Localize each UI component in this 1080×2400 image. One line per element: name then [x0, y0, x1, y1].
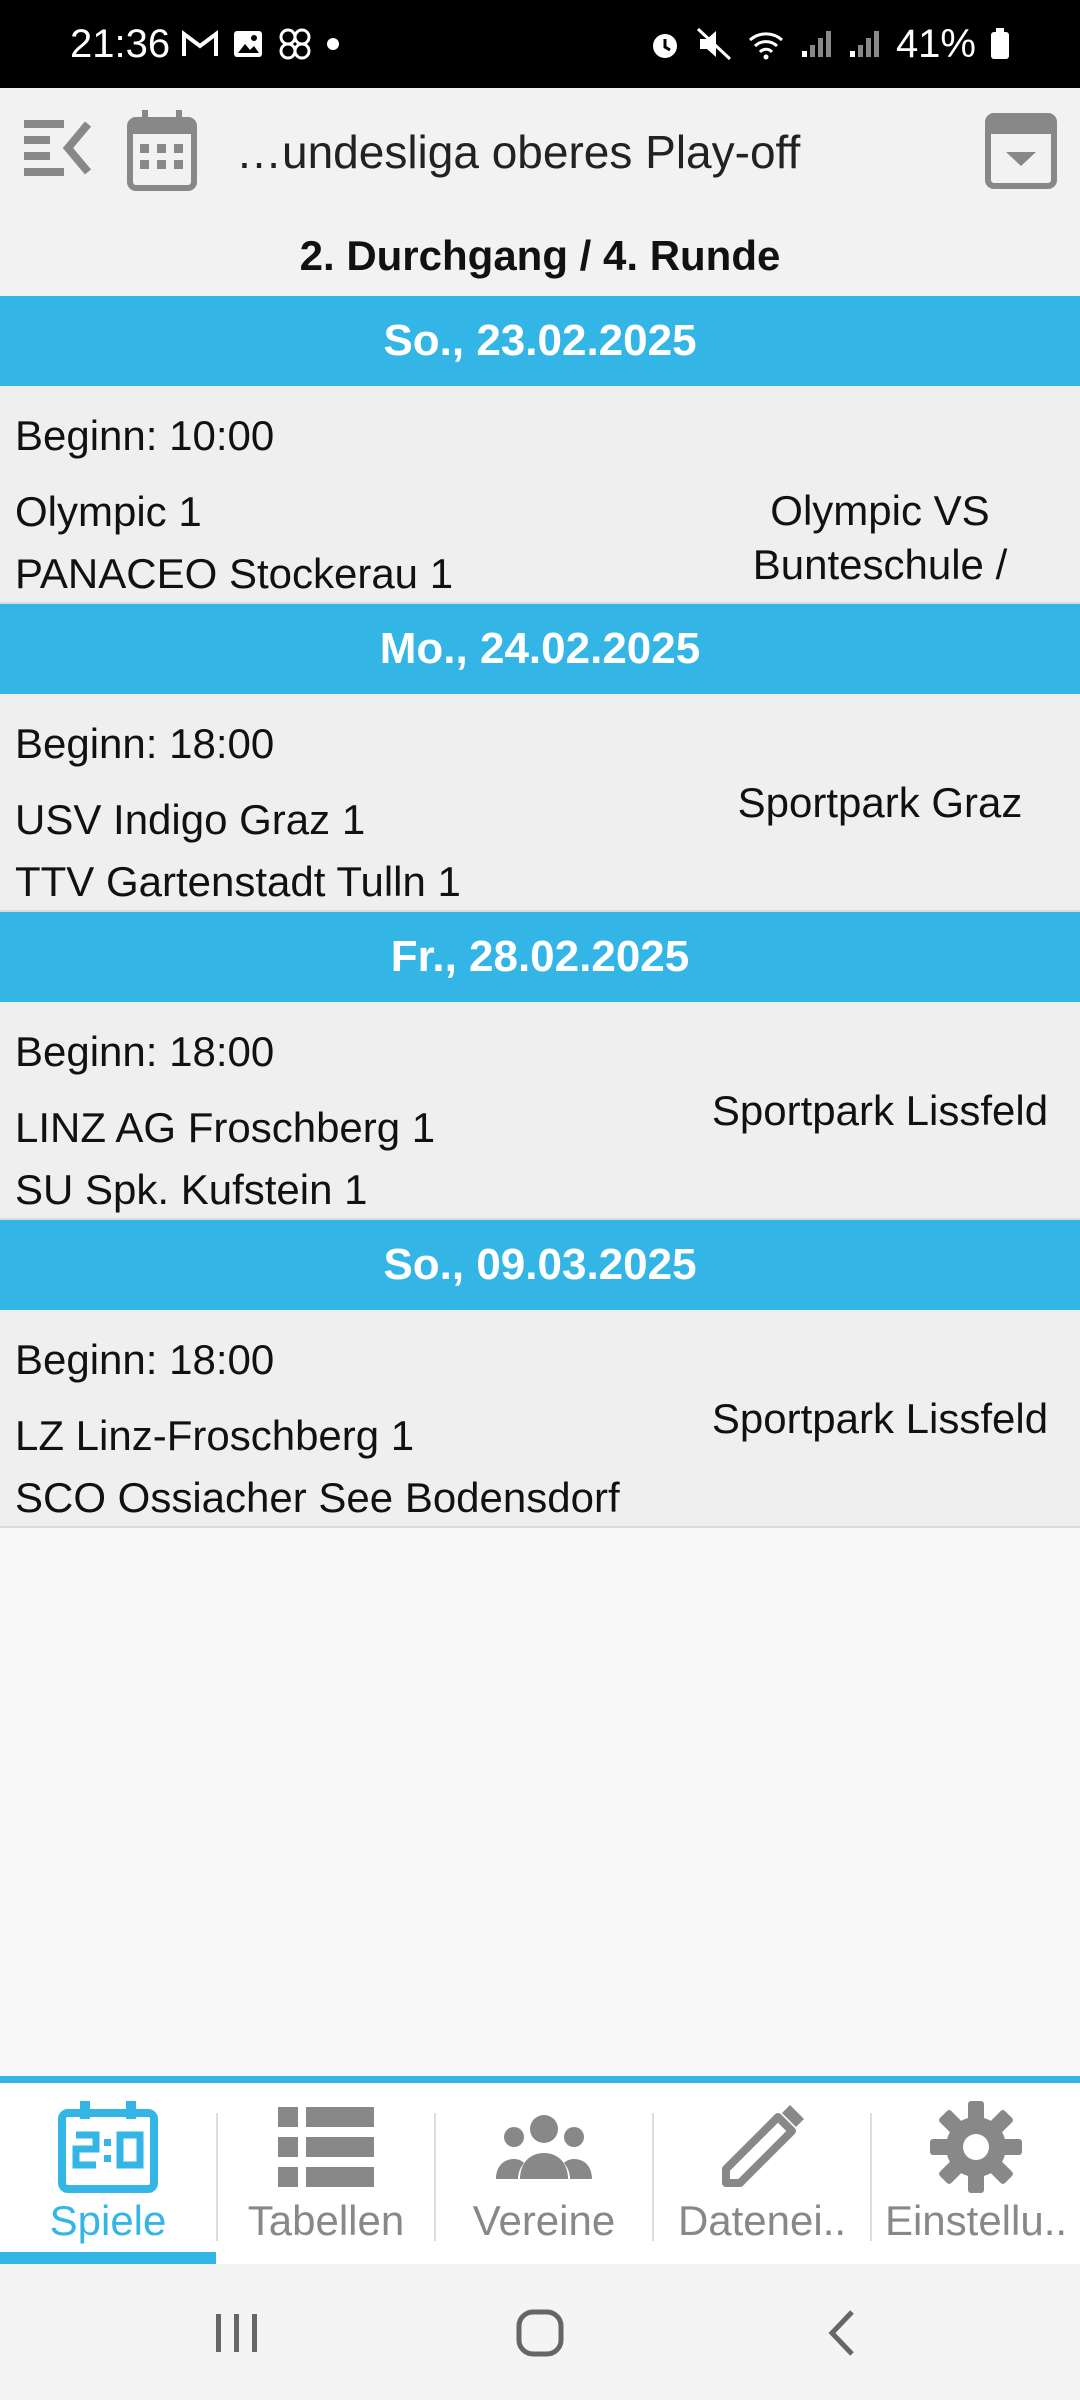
home-team: LINZ AG Froschberg 1 [15, 1104, 436, 1151]
wifi-icon [748, 32, 783, 60]
match-row[interactable]: Beginn: 18:00 LZ Linz-Froschberg 1 SCO O… [0, 1310, 1080, 1528]
round-subtitle: 2. Durchgang / 4. Runde [0, 216, 1080, 296]
match-venue: Sportpark Graz [670, 694, 1080, 912]
tab-tabellen[interactable]: Tabellen [218, 2083, 434, 2264]
home-team: USV Indigo Graz 1 [15, 796, 366, 843]
home-team: LZ Linz-Froschberg 1 [15, 1412, 415, 1459]
gmail-icon [182, 30, 218, 56]
people-icon [496, 2115, 592, 2179]
gallery-icon [234, 31, 262, 57]
home-team: Olympic 1 [15, 488, 202, 535]
away-team: SCO Ossiacher See Bodensdorf [15, 1474, 620, 1521]
archive-icon[interactable] [984, 112, 1058, 190]
menu-collapse-icon[interactable] [22, 112, 94, 188]
tab-label: Einstellu.. [884, 2197, 1068, 2244]
dot-icon [327, 38, 339, 50]
tab-label: Datenei.. [677, 2197, 847, 2244]
back-icon[interactable] [808, 2298, 878, 2368]
tab-label: Vereine [472, 2197, 616, 2244]
signal-icon [801, 31, 831, 57]
match-row[interactable]: Beginn: 18:00 LINZ AG Froschberg 1 SU Sp… [0, 1002, 1080, 1220]
pencil-icon [722, 2105, 804, 2187]
date-header: So., 09.03.2025 [0, 1220, 1080, 1310]
venue-line: Bunteschule / [752, 541, 1008, 588]
venue-line: Sportpark Lissfeld [711, 1087, 1049, 1134]
date-header: Fr., 28.02.2025 [0, 912, 1080, 1002]
match-row[interactable]: Beginn: 10:00 Olympic 1 PANACEO Stockera… [0, 386, 1080, 604]
system-navigation-bar [0, 2264, 1080, 2400]
gear-icon [930, 2101, 1022, 2193]
notification-icons [182, 28, 340, 60]
tab-label: Spiele [49, 2197, 167, 2244]
match-start-time: Beginn: 18:00 [15, 1028, 275, 1075]
scoreboard-icon [58, 2101, 158, 2193]
battery-percent: 41% [895, 21, 976, 66]
app-bar: …undesliga oberes Play-off [0, 88, 1080, 216]
tab-einstellungen[interactable]: Einstellu.. [872, 2083, 1080, 2264]
venue-line: Olympic VS [770, 487, 990, 534]
match-start-time: Beginn: 18:00 [15, 1336, 275, 1383]
venue-line: Sportpark Lissfeld [711, 1395, 1049, 1442]
away-team: TTV Gartenstadt Tulln 1 [15, 858, 461, 905]
home-icon[interactable] [505, 2298, 575, 2368]
signal-icon [849, 31, 879, 57]
status-time: 21:36 [70, 22, 171, 66]
date-header: So., 23.02.2025 [0, 296, 1080, 386]
tab-label: Tabellen [247, 2197, 405, 2244]
calendar-icon[interactable] [126, 108, 198, 192]
tab-spiele[interactable]: Spiele [0, 2083, 216, 2264]
alarm-icon [652, 34, 677, 58]
match-venue: Olympic VS Bunteschule / [670, 386, 1080, 604]
list-icon [278, 2107, 374, 2187]
recent-apps-icon[interactable] [202, 2298, 272, 2368]
match-start-time: Beginn: 10:00 [15, 412, 275, 459]
tab-dateneingabe[interactable]: Datenei.. [654, 2083, 870, 2264]
date-header: Mo., 24.02.2025 [0, 604, 1080, 694]
away-team: SU Spk. Kufstein 1 [15, 1166, 368, 1213]
bottom-navigation: Spiele Tabellen Vereine Datenei.. Einste… [0, 2076, 1080, 2264]
match-row[interactable]: Beginn: 18:00 USV Indigo Graz 1 TTV Gart… [0, 694, 1080, 912]
match-list: So., 23.02.2025 Beginn: 10:00 Olympic 1 … [0, 296, 1080, 1528]
match-venue: Sportpark Lissfeld [670, 1310, 1080, 1528]
match-start-time: Beginn: 18:00 [15, 720, 275, 767]
away-team: PANACEO Stockerau 1 [15, 550, 454, 597]
venue-line: Sportpark Graz [737, 779, 1023, 826]
pinwheel-icon [279, 28, 311, 60]
tab-vereine[interactable]: Vereine [436, 2083, 652, 2264]
system-icons: 41% [648, 14, 1010, 74]
battery-icon [991, 28, 1009, 59]
match-venue: Sportpark Lissfeld [670, 1002, 1080, 1220]
mute-icon [696, 27, 731, 61]
league-title[interactable]: …undesliga oberes Play-off [236, 88, 856, 216]
status-bar: 21:36 41% [0, 0, 1080, 88]
